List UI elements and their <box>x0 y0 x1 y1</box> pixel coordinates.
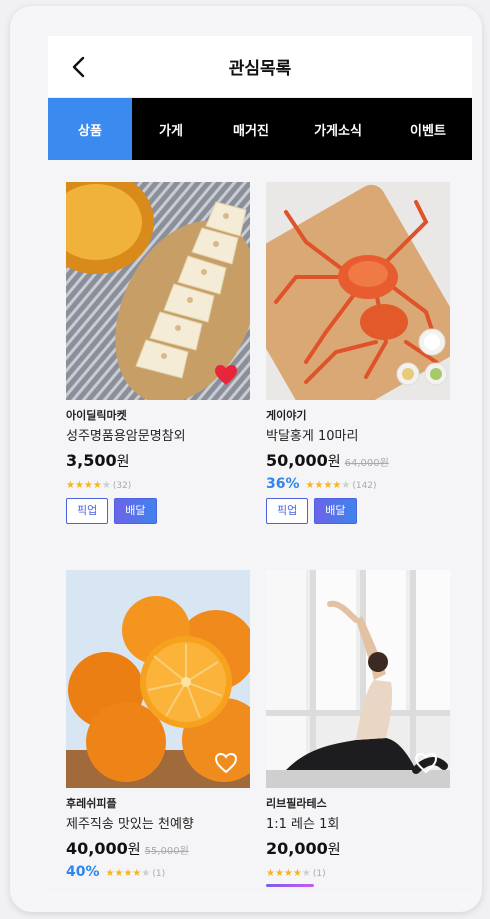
page-title: 관심목록 <box>228 59 292 79</box>
fulfillment-badges: 픽업 배달 <box>66 498 250 524</box>
star-rating-icon: ★★★★★ <box>266 868 311 879</box>
pickup-badge[interactable]: 픽업 <box>66 498 109 524</box>
top-app-bar: 관심목록 <box>48 36 472 98</box>
tab-magazine[interactable]: 매거진 <box>210 98 292 160</box>
product-name: 성주명품용암문명참외 <box>66 429 186 444</box>
price: 50,000 <box>266 451 328 470</box>
tab-store-news[interactable]: 가게소식 <box>292 98 384 160</box>
product-image-oranges[interactable] <box>66 570 250 788</box>
star-rating-icon: ★★★★★ <box>305 480 351 491</box>
product-card[interactable]: 후레쉬피플 제주직송 맛있는 천예향 40,000원 55,000원 40% ★★★… <box>66 570 250 890</box>
store-name: 후레쉬피플 <box>66 797 117 810</box>
tab-events[interactable]: 이벤트 <box>384 98 472 160</box>
price-row: 20,000원 <box>266 838 450 860</box>
review-count: (1) <box>312 869 326 879</box>
app-screen: 관심목록 상품 가게 매거진 가게소식 이벤트 아이딜릭마켓 성주명품용암문명참… <box>48 36 472 892</box>
price-row: 50,000원 64,000원 <box>266 450 450 472</box>
tab-stores[interactable]: 가게 <box>132 98 210 160</box>
rating-row: 36% ★★★★★ (142) <box>266 474 450 492</box>
product-info: 리브필라테스 1:1 레슨 1회 20,000원 ★★★★★ (1) <box>266 796 450 880</box>
original-price: 55,000원 <box>144 846 189 857</box>
fulfillment-badges: 픽업 배달 <box>266 498 450 524</box>
tab-products[interactable]: 상품 <box>48 98 132 160</box>
rating-row: ★★★★★ (32) <box>66 474 250 492</box>
product-image-yoga[interactable] <box>266 570 450 788</box>
product-card[interactable]: 아이딜릭마켓 성주명품용암문명참외 3,500원 ★★★★★ (32) 픽업 배달 <box>66 182 250 527</box>
delivery-badge[interactable]: 배달 <box>314 498 357 524</box>
rating-row: ★★★★★ (1) <box>266 862 450 880</box>
review-count: (142) <box>352 481 377 491</box>
original-price: 64,000원 <box>344 458 389 469</box>
price-row: 3,500원 <box>66 450 250 472</box>
product-info: 아이딜릭마켓 성주명품용암문명참외 3,500원 ★★★★★ (32) 픽업 배달 <box>66 408 250 524</box>
star-rating-icon: ★★★★★ <box>66 480 111 491</box>
currency: 원 <box>327 454 341 470</box>
discount-rate: 40% <box>66 864 100 880</box>
currency: 원 <box>116 454 130 470</box>
pickup-badge[interactable]: 픽업 <box>266 498 309 524</box>
star-rating-icon: ★★★★★ <box>105 868 151 879</box>
currency: 원 <box>127 842 141 858</box>
category-tab-bar: 상품 가게 매거진 가게소식 이벤트 <box>48 98 472 160</box>
price: 40,000 <box>66 839 128 858</box>
discount-rate: 36% <box>266 476 300 492</box>
product-info: 게이야기 박달홍게 10마리 50,000원 64,000원 36% ★★★★★ (1… <box>266 408 450 524</box>
delivery-badge[interactable]: 배달 <box>114 498 157 524</box>
review-count: (1) <box>152 869 166 879</box>
product-name: 제주직송 맛있는 천예향 <box>66 817 194 832</box>
rating-row: 40% ★★★★★ (1) <box>66 862 250 880</box>
review-count: (32) <box>112 481 132 491</box>
price: 20,000 <box>266 839 328 858</box>
product-image-crab[interactable] <box>266 182 450 400</box>
store-name: 게이야기 <box>266 409 307 422</box>
product-name: 박달홍게 10마리 <box>266 429 359 444</box>
store-name: 아이딜릭마켓 <box>66 409 127 422</box>
product-image-melon[interactable] <box>66 182 250 400</box>
heart-filled-icon[interactable] <box>214 364 238 386</box>
heart-outline-icon[interactable] <box>214 752 238 774</box>
store-name: 리브필라테스 <box>266 797 327 810</box>
product-card[interactable]: 게이야기 박달홍게 10마리 50,000원 64,000원 36% ★★★★★ (1… <box>266 182 450 527</box>
product-info: 후레쉬피플 제주직송 맛있는 천예향 40,000원 55,000원 40% ★★★… <box>66 796 250 880</box>
price-row: 40,000원 55,000원 <box>66 838 250 860</box>
product-card[interactable]: 리브필라테스 1:1 레슨 1회 20,000원 ★★★★★ (1) <box>266 570 450 890</box>
scroll-indicator <box>266 884 314 887</box>
heart-outline-icon[interactable] <box>414 752 438 774</box>
currency: 원 <box>327 842 341 858</box>
product-name: 1:1 레슨 1회 <box>266 817 340 832</box>
price: 3,500 <box>66 451 117 470</box>
